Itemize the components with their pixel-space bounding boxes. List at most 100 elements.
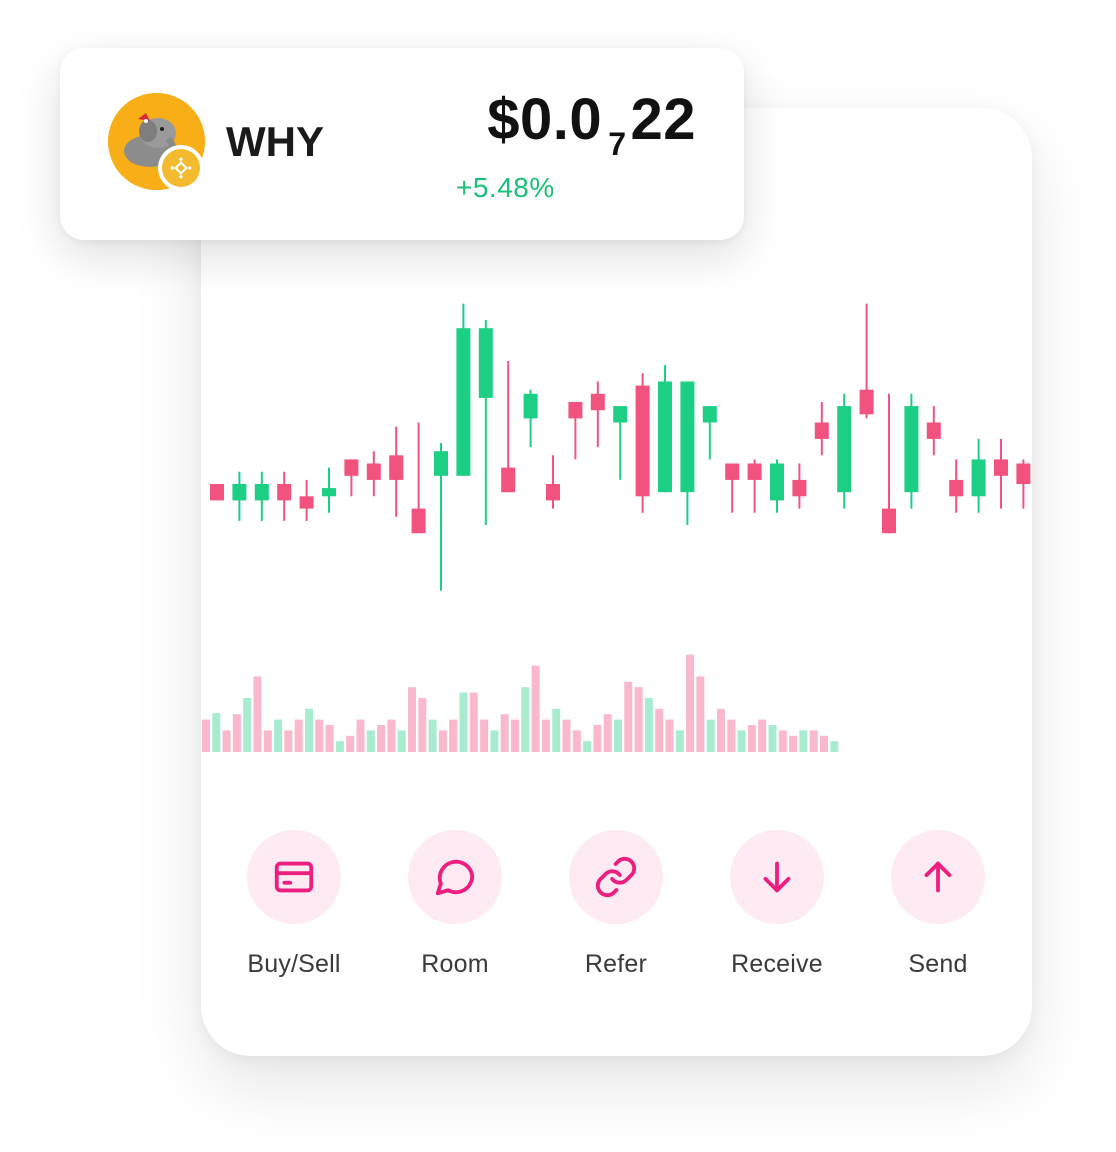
candle-body bbox=[322, 488, 336, 497]
candle bbox=[501, 361, 516, 493]
candle bbox=[456, 303, 471, 476]
volume-bar bbox=[243, 698, 252, 752]
volume-bar bbox=[490, 730, 499, 752]
candle bbox=[210, 484, 224, 501]
candle bbox=[904, 393, 919, 509]
receive-button[interactable]: Receive bbox=[707, 830, 847, 979]
volume-bar bbox=[778, 730, 787, 752]
volume-bar bbox=[799, 730, 808, 752]
candle bbox=[971, 438, 986, 513]
volume-bar bbox=[428, 719, 437, 752]
candle bbox=[882, 393, 896, 534]
candle-body bbox=[747, 463, 762, 480]
candle-body bbox=[478, 328, 493, 398]
candle-body bbox=[411, 508, 426, 534]
candle-body bbox=[389, 455, 404, 480]
chat-bubble-icon bbox=[435, 859, 475, 896]
candle-body bbox=[456, 328, 471, 476]
candle bbox=[322, 467, 336, 513]
candle-body bbox=[277, 484, 292, 501]
candle-body bbox=[680, 381, 695, 493]
buy-sell-button[interactable]: Buy/Sell bbox=[224, 830, 364, 979]
candle bbox=[546, 455, 560, 509]
volume-bar bbox=[830, 741, 839, 752]
candle-body bbox=[770, 463, 784, 501]
price-change: +5.48% bbox=[456, 172, 555, 203]
volume-bar bbox=[727, 719, 736, 752]
volume-bar bbox=[531, 665, 540, 752]
candle-body bbox=[210, 484, 224, 501]
candle-body bbox=[792, 479, 807, 497]
volume-bar bbox=[222, 730, 231, 752]
candle-body bbox=[434, 451, 448, 476]
bnb-logo-icon bbox=[170, 157, 192, 179]
volume-bar bbox=[696, 676, 705, 752]
volume-bar bbox=[253, 676, 262, 752]
candle-body bbox=[725, 463, 740, 480]
card-icon bbox=[274, 861, 314, 893]
refer-label: Refer bbox=[584, 950, 648, 978]
volume-bar bbox=[634, 687, 643, 752]
candle-body bbox=[949, 479, 964, 497]
volume-bar bbox=[706, 719, 715, 752]
price-digits: 22 bbox=[630, 87, 696, 152]
chain-badge bbox=[158, 145, 204, 191]
candle bbox=[389, 426, 404, 517]
candle bbox=[994, 438, 1008, 509]
volume-bar bbox=[541, 719, 550, 752]
buy-sell-circle[interactable] bbox=[247, 830, 341, 924]
candle-body bbox=[232, 484, 247, 501]
candle-body bbox=[254, 484, 269, 501]
candle bbox=[814, 402, 829, 456]
volume-bar bbox=[675, 730, 684, 752]
room-circle[interactable] bbox=[408, 830, 502, 924]
volume-bar bbox=[459, 692, 468, 752]
receive-label: Receive bbox=[731, 950, 823, 978]
volume-bar bbox=[644, 698, 653, 752]
send-label: Send bbox=[908, 950, 968, 978]
arrow-down-icon bbox=[763, 861, 791, 893]
receive-circle[interactable] bbox=[730, 830, 824, 924]
candle bbox=[635, 373, 650, 513]
volume-bar bbox=[305, 708, 313, 752]
candle-body bbox=[366, 463, 381, 480]
volume-bar bbox=[335, 741, 344, 752]
volume-bar bbox=[284, 730, 293, 752]
candle bbox=[926, 406, 941, 456]
candle-body bbox=[546, 484, 560, 501]
candle bbox=[523, 389, 538, 448]
volume-bar bbox=[356, 719, 365, 752]
candle bbox=[770, 459, 784, 513]
send-button[interactable]: Send bbox=[868, 830, 1008, 979]
volume-bar bbox=[294, 719, 303, 752]
volume-bar bbox=[820, 735, 828, 752]
candle-body bbox=[1016, 463, 1031, 484]
room-button[interactable]: Room bbox=[385, 830, 525, 979]
volume-bar bbox=[758, 719, 767, 752]
token-avatar bbox=[108, 93, 205, 191]
volume-bar bbox=[665, 719, 674, 752]
refer-button[interactable]: Refer bbox=[546, 830, 686, 979]
volume-bar bbox=[593, 725, 602, 752]
candle bbox=[658, 365, 672, 493]
volume-bar bbox=[449, 719, 458, 752]
candle bbox=[725, 463, 740, 513]
candle-body bbox=[814, 422, 829, 439]
candle bbox=[613, 406, 628, 480]
send-circle[interactable] bbox=[891, 830, 985, 924]
volume-bar bbox=[418, 698, 427, 752]
volume-bar bbox=[366, 730, 375, 752]
volume-bar bbox=[572, 730, 581, 752]
volume-bar bbox=[583, 741, 592, 752]
token-header-card[interactable]: WHY $0.0 722 +5.48% bbox=[60, 48, 744, 240]
volume-bar bbox=[438, 730, 447, 752]
volume-bar bbox=[603, 714, 612, 752]
candle-body bbox=[635, 385, 650, 497]
volume-bar bbox=[655, 708, 664, 752]
volume-bar bbox=[408, 687, 416, 752]
candle bbox=[859, 303, 874, 419]
candle-body bbox=[702, 406, 717, 423]
refer-circle[interactable] bbox=[569, 830, 663, 924]
volume-bar bbox=[562, 719, 571, 752]
link-icon bbox=[595, 856, 637, 898]
